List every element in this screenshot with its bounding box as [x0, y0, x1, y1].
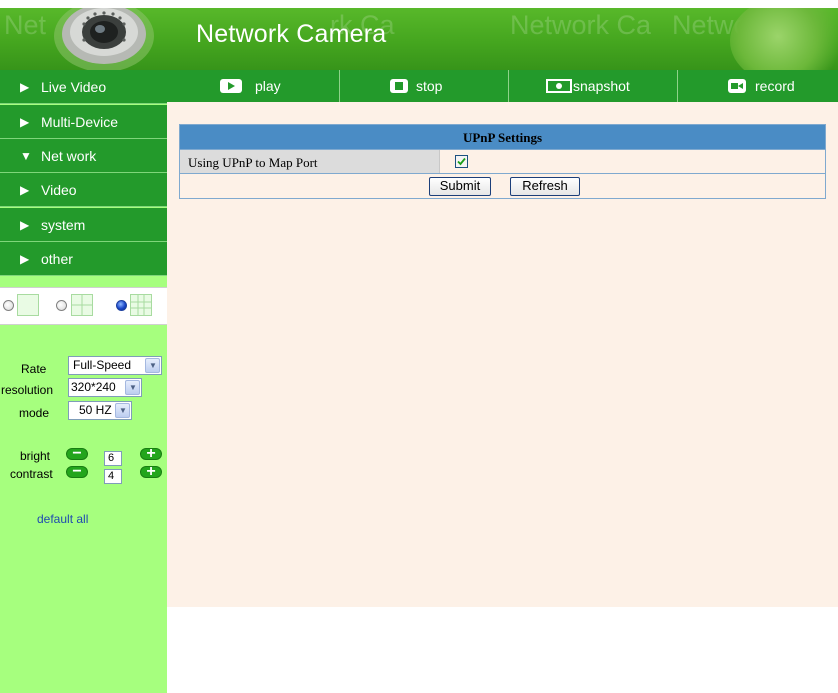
resolution-value: 320*240: [71, 380, 116, 394]
sidebar-item-label: Net work: [41, 148, 97, 164]
sidebar-item-system[interactable]: ▶ system: [0, 208, 167, 242]
record-label: record: [755, 78, 795, 94]
mode-label: mode: [19, 406, 50, 420]
record-button[interactable]: record: [678, 70, 838, 102]
sidebar-item-network[interactable]: ▼ Net work: [0, 139, 167, 173]
nine-view-icon: [130, 294, 152, 316]
snapshot-button[interactable]: snapshot: [509, 70, 677, 102]
quad-view-icon: [71, 294, 93, 316]
layout-9-radio[interactable]: [116, 300, 127, 311]
bright-increase-button[interactable]: +: [140, 445, 162, 462]
header-banner: Net rk Ca Network Ca Network Ca Network …: [0, 8, 838, 70]
mode-value: 50 HZ: [79, 403, 112, 417]
sidebar-item-multi-device[interactable]: ▶ Multi-Device: [0, 105, 167, 139]
sidebar-item-label: Multi-Device: [41, 114, 119, 130]
upnp-field-label: Using UPnP to Map Port: [188, 155, 318, 170]
minus-icon: −: [72, 463, 82, 480]
sidebar-item-label: Live Video: [41, 79, 107, 95]
main-content: UPnP Settings Using UPnP to Map Port Sub…: [167, 102, 838, 607]
upnp-settings-table: UPnP Settings Using UPnP to Map Port Sub…: [179, 124, 826, 199]
triangle-right-icon: ▶: [20, 80, 30, 94]
default-all-link[interactable]: default all: [37, 512, 88, 526]
video-toolbar: play stop snapshot record: [167, 70, 838, 102]
stop-icon: [390, 79, 408, 93]
chevron-down-icon: ▼: [115, 403, 130, 418]
play-icon: [220, 79, 242, 93]
watermark-text: Network Ca: [510, 10, 652, 40]
chevron-down-icon: ▼: [145, 358, 160, 373]
play-button[interactable]: play: [167, 70, 339, 102]
rate-value: Full-Speed: [73, 358, 132, 372]
sidebar-item-other[interactable]: ▶ other: [0, 242, 167, 276]
chevron-down-icon: ▼: [125, 380, 140, 395]
page-title: Network Camera: [196, 20, 387, 48]
plus-icon: +: [146, 445, 156, 462]
contrast-decrease-button[interactable]: −: [66, 463, 88, 480]
sidebar-item-live-video[interactable]: ▶ Live Video: [0, 70, 167, 104]
contrast-value: 4: [104, 469, 122, 484]
layout-4-radio[interactable]: [56, 300, 67, 311]
globe-graphic: [730, 8, 838, 70]
resolution-label: resolution: [1, 383, 54, 397]
camera-logo-icon: [54, 8, 154, 70]
sidebar-item-label: system: [41, 217, 86, 233]
upnp-checkbox[interactable]: [455, 155, 468, 168]
sidebar-item-label: other: [41, 251, 73, 267]
stop-label: stop: [416, 78, 443, 94]
minus-icon: −: [72, 445, 82, 462]
refresh-button[interactable]: Refresh: [510, 177, 580, 196]
snapshot-icon: [546, 79, 572, 93]
checkmark-icon: [457, 157, 466, 166]
layout-selector: [0, 287, 167, 325]
field-label-cell: Using UPnP to Map Port: [180, 150, 440, 173]
plus-icon: +: [146, 463, 156, 480]
triangle-right-icon: ▶: [20, 252, 30, 266]
single-view-icon: [17, 294, 39, 316]
section-title: UPnP Settings: [462, 130, 543, 145]
triangle-right-icon: ▶: [20, 183, 30, 197]
contrast-label: contrast: [10, 467, 53, 481]
triangle-right-icon: ▶: [20, 115, 30, 129]
stop-button[interactable]: stop: [340, 70, 508, 102]
sidebar-item-video[interactable]: ▶ Video: [0, 173, 167, 207]
bright-value: 6: [104, 451, 122, 466]
table-header: UPnP Settings: [179, 124, 826, 150]
snapshot-label: snapshot: [573, 78, 630, 94]
submit-button[interactable]: Submit: [429, 177, 491, 196]
watermark-text: Net: [4, 10, 47, 40]
record-icon: [728, 79, 746, 93]
bright-label: bright: [20, 449, 51, 463]
sidebar-item-label: Video: [41, 182, 77, 198]
table-row: Using UPnP to Map Port: [179, 150, 826, 174]
rate-label: Rate: [21, 362, 47, 376]
table-row: Submit Refresh: [179, 174, 826, 199]
play-label: play: [255, 78, 281, 94]
bright-decrease-button[interactable]: −: [66, 445, 88, 462]
triangle-down-icon: ▼: [20, 149, 32, 163]
resolution-select[interactable]: 320*240 ▼: [68, 378, 142, 397]
triangle-right-icon: ▶: [20, 218, 30, 232]
contrast-increase-button[interactable]: +: [140, 463, 162, 480]
rate-select[interactable]: Full-Speed ▼: [68, 356, 162, 375]
layout-1-radio[interactable]: [3, 300, 14, 311]
mode-select[interactable]: 50 HZ ▼: [68, 401, 132, 420]
sidebar: ▶ Live Video ▶ Multi-Device ▼ Net work ▶…: [0, 70, 167, 693]
